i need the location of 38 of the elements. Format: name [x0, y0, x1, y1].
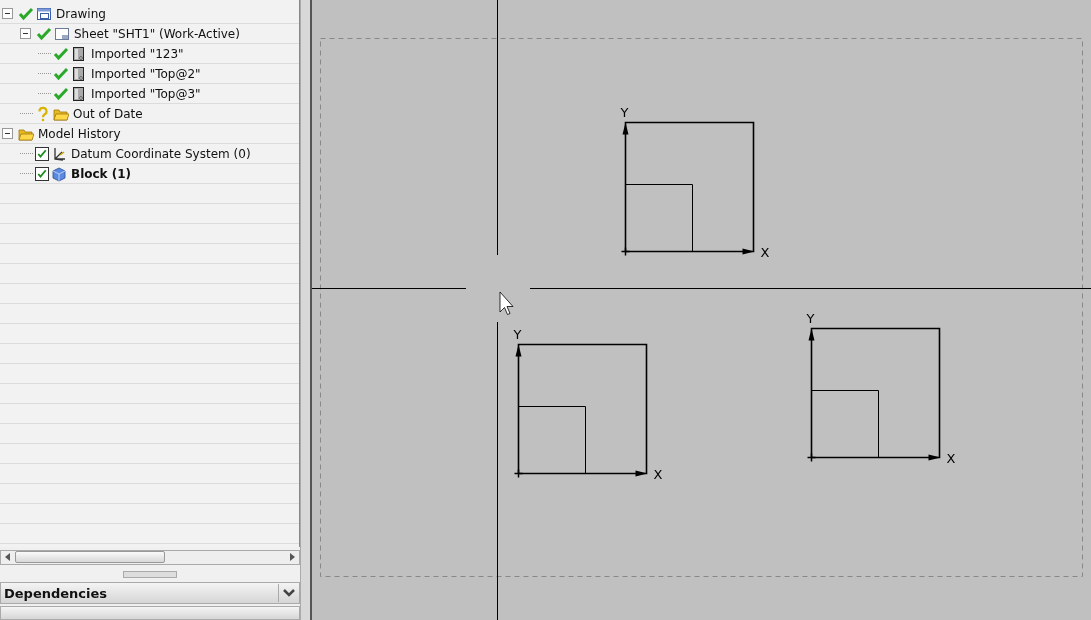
tree-item-label[interactable]: Block (1) [69, 166, 132, 181]
drawing-view[interactable] [620, 121, 755, 257]
drawing-view[interactable] [806, 327, 941, 463]
tree-item-label[interactable]: Imported "123" [89, 46, 184, 61]
check-icon [36, 147, 48, 160]
horizontal-scrollbar[interactable] [0, 549, 300, 566]
axis-label: X [760, 244, 770, 260]
tree-item-label[interactable]: Imported "Top@2" [89, 66, 201, 81]
axis-label: X [946, 450, 956, 466]
collapse-toggle[interactable] [2, 128, 13, 139]
checkbox[interactable] [35, 166, 49, 181]
tree-item-label[interactable]: Datum Coordinate System (0) [69, 146, 251, 161]
cube-icon [51, 165, 67, 182]
tree-item-label[interactable]: Imported "Top@3" [89, 86, 201, 101]
coordinate-axes-icon [51, 145, 67, 162]
view-icon [71, 45, 87, 62]
scroll-right-icon[interactable] [289, 553, 295, 562]
tree-item-label[interactable]: Out of Date [71, 106, 143, 121]
drawing-view[interactable] [513, 343, 648, 479]
mouse-cursor-icon [499, 291, 514, 315]
view-icon [71, 85, 87, 102]
tree-item-label[interactable]: Sheet "SHT1" (Work-Active) [72, 26, 240, 41]
tree-item-label[interactable]: Model History [36, 126, 121, 141]
axis-label: Y [513, 326, 522, 342]
axis-label: Y [806, 310, 815, 326]
axis-label: X [653, 466, 663, 482]
tree-item-label[interactable]: Drawing [54, 6, 106, 21]
window-icon [36, 5, 52, 22]
collapse-toggle[interactable] [20, 28, 31, 39]
sheet-icon [54, 25, 70, 42]
collapse-toggle[interactable] [2, 8, 13, 19]
check-icon [36, 167, 48, 180]
axis-label: Y [620, 104, 629, 120]
view-icon [71, 65, 87, 82]
scroll-left-icon[interactable] [5, 553, 11, 562]
checkbox[interactable] [35, 146, 49, 161]
splitter-bar[interactable] [300, 0, 312, 620]
splitter-handle[interactable] [123, 570, 177, 578]
